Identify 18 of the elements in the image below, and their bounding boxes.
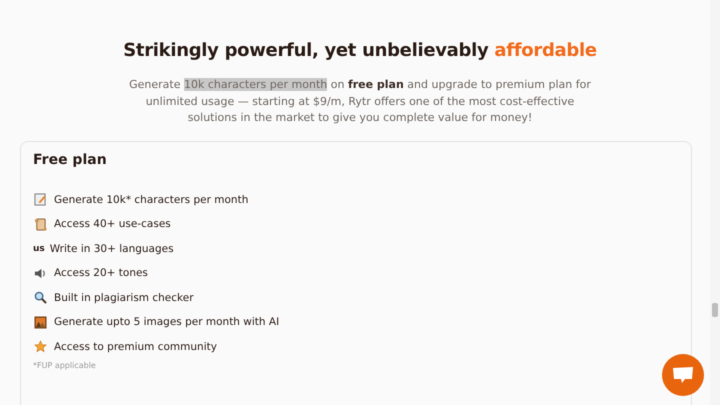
scroll-icon <box>34 218 47 231</box>
framed-picture-icon <box>34 316 47 329</box>
feature-label: Access 40+ use-cases <box>54 218 171 230</box>
footnote: *FUP applicable <box>33 361 97 370</box>
feature-label: Generate 10k* characters per month <box>54 194 248 206</box>
feature-label: Access 20+ tones <box>54 267 148 280</box>
feature-label: Access to premium community <box>54 340 217 353</box>
section-heading: Strikingly powerful, yet unbelievably affordable <box>122 40 598 61</box>
feature-label: Generate upto 5 images per month with AI <box>54 316 280 328</box>
star-icon <box>34 340 47 354</box>
speaker-icon <box>34 266 47 280</box>
intro-paragraph: Generate 10k characters per month on free plan and upgrade to premium plan for unlimited usage — starting at $9/m, Rytr offers one of the most cost-effective solutions in the market to give you complete value for money! <box>128 77 592 126</box>
language-code-icon: us <box>33 244 45 254</box>
memo-icon <box>34 193 47 206</box>
search-icon <box>34 291 47 304</box>
plan-title: Free plan <box>33 152 108 168</box>
feature-label: Write in 30+ languages <box>50 242 174 255</box>
feature-label: Built in plagiarism checker <box>54 292 194 304</box>
